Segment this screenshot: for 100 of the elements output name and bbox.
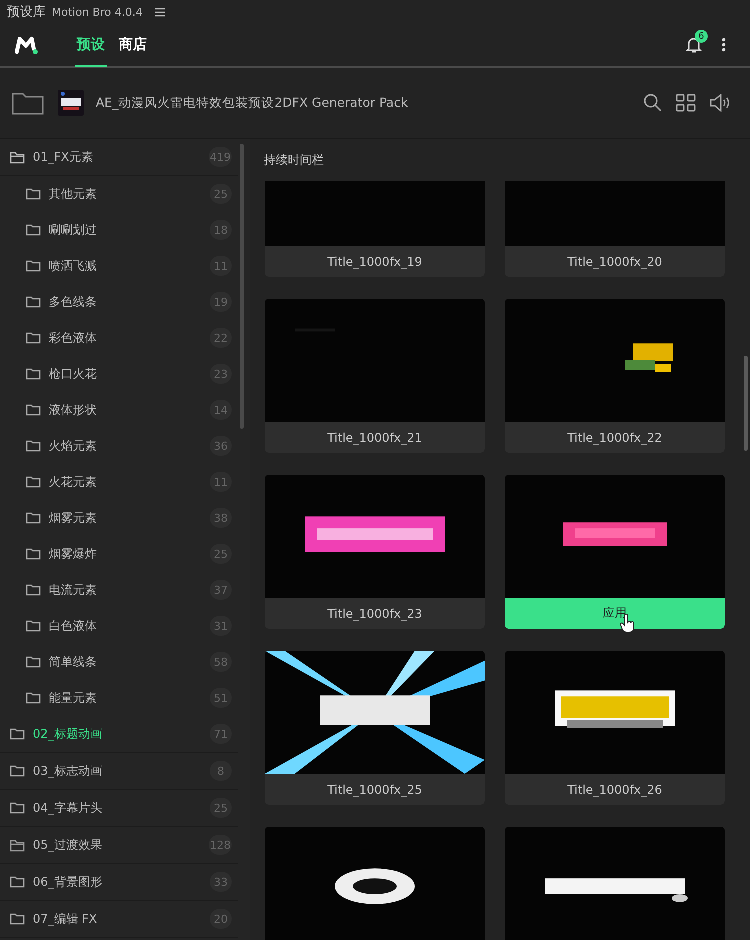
preset-title: Title_1000fx_26	[505, 774, 725, 805]
count-badge: 19	[210, 292, 232, 312]
folder-label: 白色液体	[49, 618, 98, 634]
count-badge: 33	[210, 872, 232, 892]
folder-label: 其他元素	[49, 186, 98, 202]
count-badge: 11	[210, 472, 232, 492]
count-badge: 11	[210, 256, 232, 276]
preset-title: Title_1000fx_21	[265, 422, 485, 453]
count-badge: 8	[210, 761, 232, 781]
count-badge: 25	[210, 798, 232, 818]
folder-icon	[26, 620, 41, 632]
search-icon[interactable]	[644, 94, 662, 112]
folder-item[interactable]: 01_FX元素 419	[0, 139, 238, 176]
scrollbar-thumb[interactable]	[744, 356, 748, 451]
folder-label: 07_编辑 FX	[33, 910, 98, 928]
folder-icon	[26, 584, 41, 596]
scrollbar-thumb[interactable]	[240, 144, 244, 429]
folder-item[interactable]: 其他元素 25	[0, 176, 238, 212]
folder-icon	[26, 332, 41, 344]
folder-icon	[26, 404, 41, 416]
folder-item[interactable]: 02_标题动画 71	[0, 716, 238, 753]
folder-icon	[26, 692, 41, 704]
folder-icon	[26, 368, 41, 380]
logo-icon	[15, 35, 39, 55]
folder-item[interactable]: 彩色液体 22	[0, 320, 238, 356]
count-badge: 51	[210, 688, 232, 708]
folder-label: 烟雾爆炸	[49, 546, 98, 562]
folder-icon	[26, 440, 41, 452]
folder-item[interactable]: 多色线条 19	[0, 284, 238, 320]
count-badge: 25	[210, 544, 232, 564]
folder-item[interactable]: 04_字幕片头 25	[0, 790, 238, 827]
folder-label: 01_FX元素	[33, 148, 94, 166]
folder-item[interactable]: 电流元素 37	[0, 572, 238, 608]
folder-item[interactable]: 06_背景图形 33	[0, 864, 238, 901]
menu-icon[interactable]	[154, 8, 165, 16]
folder-item[interactable]: 火花元素 11	[0, 464, 238, 500]
preset-title: Title_1000fx_22	[505, 422, 725, 453]
count-badge: 20	[210, 909, 232, 929]
preset-title: Title_1000fx_19	[265, 246, 485, 277]
count-badge: 128	[209, 835, 232, 855]
folder-label: 能量元素	[49, 690, 98, 706]
folder-icon	[26, 224, 41, 236]
folder-label: 04_字幕片头	[33, 800, 104, 816]
folder-icon[interactable]	[12, 91, 44, 115]
folder-item[interactable]: 白色液体 31	[0, 608, 238, 644]
folder-icon	[26, 512, 41, 524]
section-heading: 持续时间栏	[263, 152, 325, 168]
folder-label: 火焰元素	[49, 438, 98, 454]
folder-item[interactable]: 简单线条 58	[0, 644, 238, 680]
folder-label: 液体形状	[49, 402, 98, 418]
count-badge: 18	[210, 220, 232, 240]
folder-icon	[26, 296, 41, 308]
folder-item[interactable]: 枪口火花 23	[0, 356, 238, 392]
grid-view-icon[interactable]	[676, 94, 696, 112]
folder-label: 枪口火花	[49, 366, 98, 382]
folder-label: 简单线条	[49, 654, 98, 670]
folder-item[interactable]: 喷洒飞溅 11	[0, 248, 238, 284]
count-badge: 22	[210, 328, 232, 348]
folder-label: 喷洒飞溅	[49, 258, 98, 274]
folder-item[interactable]: 烟雾元素 38	[0, 500, 238, 536]
count-badge: 37	[210, 580, 232, 600]
folder-item[interactable]: 07_编辑 FX 20	[0, 901, 238, 938]
folder-label: 05_过渡效果	[33, 836, 104, 854]
count-badge: 25	[210, 184, 232, 204]
count-badge: 58	[210, 652, 232, 672]
folder-item[interactable]: 能量元素 51	[0, 680, 238, 716]
app-version: Motion Bro 4.0.4	[52, 6, 143, 18]
folder-icon	[26, 260, 41, 272]
pack-title: AE_动漫风火雷电特效包装预设2DFX Generator Pack	[96, 94, 408, 112]
folder-label: 电流元素	[49, 582, 98, 598]
count-badge: 36	[210, 436, 232, 456]
folder-item[interactable]: 烟雾爆炸 25	[0, 536, 238, 572]
folder-icon	[26, 656, 41, 668]
folder-label: 烟雾元素	[49, 510, 98, 526]
folder-label: 02_标题动画	[33, 726, 104, 742]
more-icon[interactable]	[722, 38, 726, 52]
folder-label: 06_背景图形	[33, 874, 104, 890]
preset-title: Title_1000fx_25	[265, 774, 485, 805]
folder-label: 火花元素	[49, 474, 98, 490]
folder-item[interactable]: 唰唰划过 18	[0, 212, 238, 248]
count-badge: 71	[210, 724, 232, 744]
nav-tab[interactable]: 商店	[117, 25, 149, 67]
folder-item[interactable]: 液体形状 14	[0, 392, 238, 428]
folder-item[interactable]: 05_过渡效果 128	[0, 827, 238, 864]
count-badge: 23	[210, 364, 232, 384]
folder-label: 彩色液体	[49, 330, 98, 346]
preset-title: Title_1000fx_20	[505, 246, 725, 277]
count-badge: 14	[210, 400, 232, 420]
count-badge: 38	[210, 508, 232, 528]
folder-item[interactable]: 火焰元素 36	[0, 428, 238, 464]
folder-icon	[26, 188, 41, 200]
folder-item[interactable]: 03_标志动画 8	[0, 753, 238, 790]
folder-icon	[26, 476, 41, 488]
window-title: 预设库	[7, 4, 46, 21]
count-badge: 31	[210, 616, 232, 636]
folder-label: 03_标志动画	[33, 762, 104, 780]
folder-label: 多色线条	[49, 294, 98, 310]
speaker-icon[interactable]	[710, 94, 732, 112]
folder-icon	[26, 548, 41, 560]
folder-label: 唰唰划过	[49, 222, 98, 238]
